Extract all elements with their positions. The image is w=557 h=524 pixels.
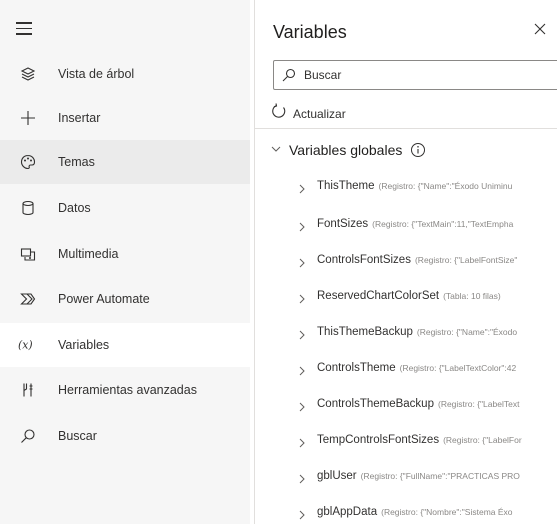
variables-panel: Variables Actualizar Variables globales … [254,0,557,524]
nav-item-tree-view[interactable]: Vista de árbol [0,52,250,96]
refresh-icon [271,103,287,124]
nav-label: Herramientas avanzadas [58,383,197,397]
variable-name: ControlsTheme [317,362,396,374]
variable-description: (Registro: {"TextMain":11,"TextEmpha [372,219,514,229]
nav-label: Temas [58,155,95,169]
info-icon[interactable] [410,142,426,158]
chevron-right-icon [297,255,307,268]
media-icon [18,244,38,264]
chevron-right-icon [297,181,307,194]
variable-row[interactable]: ControlsFontSizes (Registro: {"LabelFontS… [297,243,557,277]
nav-item-media[interactable]: Multimedia [0,232,250,276]
nav-item-variables[interactable]: (𝑥) Variables [0,323,250,367]
chevron-right-icon [297,219,307,232]
chevron-right-icon [297,471,307,484]
palette-icon [18,152,38,172]
svg-text:(𝑥): (𝑥) [18,339,33,352]
variable-name: ThisTheme [317,180,375,192]
variable-row[interactable]: gblAppData (Registro: {"Nombre":"Sistema … [297,495,557,524]
variable-row[interactable]: TempControlsFontSizes (Registro: {"LabelF… [297,423,557,457]
variable-description: (Registro: {"Name":"Éxodo [416,327,518,337]
nav-label: Vista de árbol [58,67,135,81]
nav-item-data[interactable]: Datos [0,186,250,230]
power-automate-icon [18,289,38,309]
plus-icon [18,108,38,128]
variable-row[interactable]: gblUser (Registro: {"FullName":"PRACTICAS… [297,459,557,493]
search-input[interactable] [304,68,544,82]
variable-name: TempControlsFontSizes [317,434,440,446]
variable-description: (Tabla: 10 filas) [443,291,501,301]
chevron-right-icon [297,507,307,520]
chevron-right-icon [297,435,307,448]
panel-title: Variables [273,22,347,42]
variable-name: ControlsFontSizes [317,254,411,266]
variable-description: (Registro: {"LabelFontSize" [414,255,518,265]
variable-row[interactable]: ThisThemeBackup (Registro: {"Name":"Éxodo [297,315,557,349]
nav-item-search[interactable]: Buscar [0,414,250,458]
hamburger-menu-icon[interactable] [16,22,32,36]
close-icon[interactable] [533,22,553,42]
variable-description: (Registro: {"LabelText [437,399,520,409]
variable-name: gblAppData [317,506,378,518]
variable-row[interactable]: ThisTheme (Registro: {"Name":"Éxodo Unimi… [297,169,557,203]
database-icon [18,198,38,218]
section-label: Variables globales [289,142,403,158]
chevron-down-icon [271,141,281,159]
variable-row[interactable]: ControlsThemeBackup (Registro: {"LabelTex… [297,387,557,421]
variables-icon: (𝑥) [18,335,38,355]
chevron-right-icon [297,399,307,412]
nav-item-power-automate[interactable]: Power Automate [0,277,250,321]
variable-description: (Registro: {"LabelFor [443,435,522,445]
search-box [273,60,557,90]
chevron-right-icon [297,327,307,340]
search-icon [18,426,38,446]
chevron-right-icon [297,291,307,304]
nav-label: Power Automate [58,292,150,306]
nav-label: Multimedia [58,247,119,261]
chevron-right-icon [297,363,307,376]
variable-name: gblUser [317,470,357,482]
divider [255,128,557,129]
nav-label: Insertar [58,111,101,125]
left-nav: Vista de árbol Insertar Temas Datos Mult… [0,0,250,524]
nav-label: Buscar [58,429,97,443]
nav-item-advanced-tools[interactable]: Herramientas avanzadas [0,368,250,412]
nav-label: Variables [58,338,110,352]
variable-name: FontSizes [317,218,369,230]
variable-name: ThisThemeBackup [317,326,413,338]
tools-icon [18,380,38,400]
variable-description: (Registro: {"Nombre":"Sistema Éxo [381,507,513,517]
search-icon [282,68,296,82]
variable-description: (Registro: {"Name":"Éxodo Uniminu [378,181,513,191]
variable-name: ControlsThemeBackup [317,398,434,410]
refresh-label: Actualizar [293,106,346,121]
layers-icon [18,64,38,84]
refresh-button[interactable]: Actualizar [271,103,346,124]
nav-label: Datos [58,201,91,215]
variable-row[interactable]: FontSizes (Registro: {"TextMain":11,"Text… [297,207,557,241]
nav-item-themes[interactable]: Temas [0,140,250,184]
variable-name: ReservedChartColorSet [317,290,440,302]
variable-row[interactable]: ControlsTheme (Registro: {"LabelTextColor… [297,351,557,385]
variable-row[interactable]: ReservedChartColorSet (Tabla: 10 filas) [297,279,557,313]
variable-description: (Registro: {"LabelTextColor":42 [399,363,517,373]
variable-description: (Registro: {"FullName":"PRACTICAS PRO [360,471,520,481]
global-variables-header[interactable]: Variables globales [271,141,426,159]
nav-item-insert[interactable]: Insertar [0,96,250,140]
